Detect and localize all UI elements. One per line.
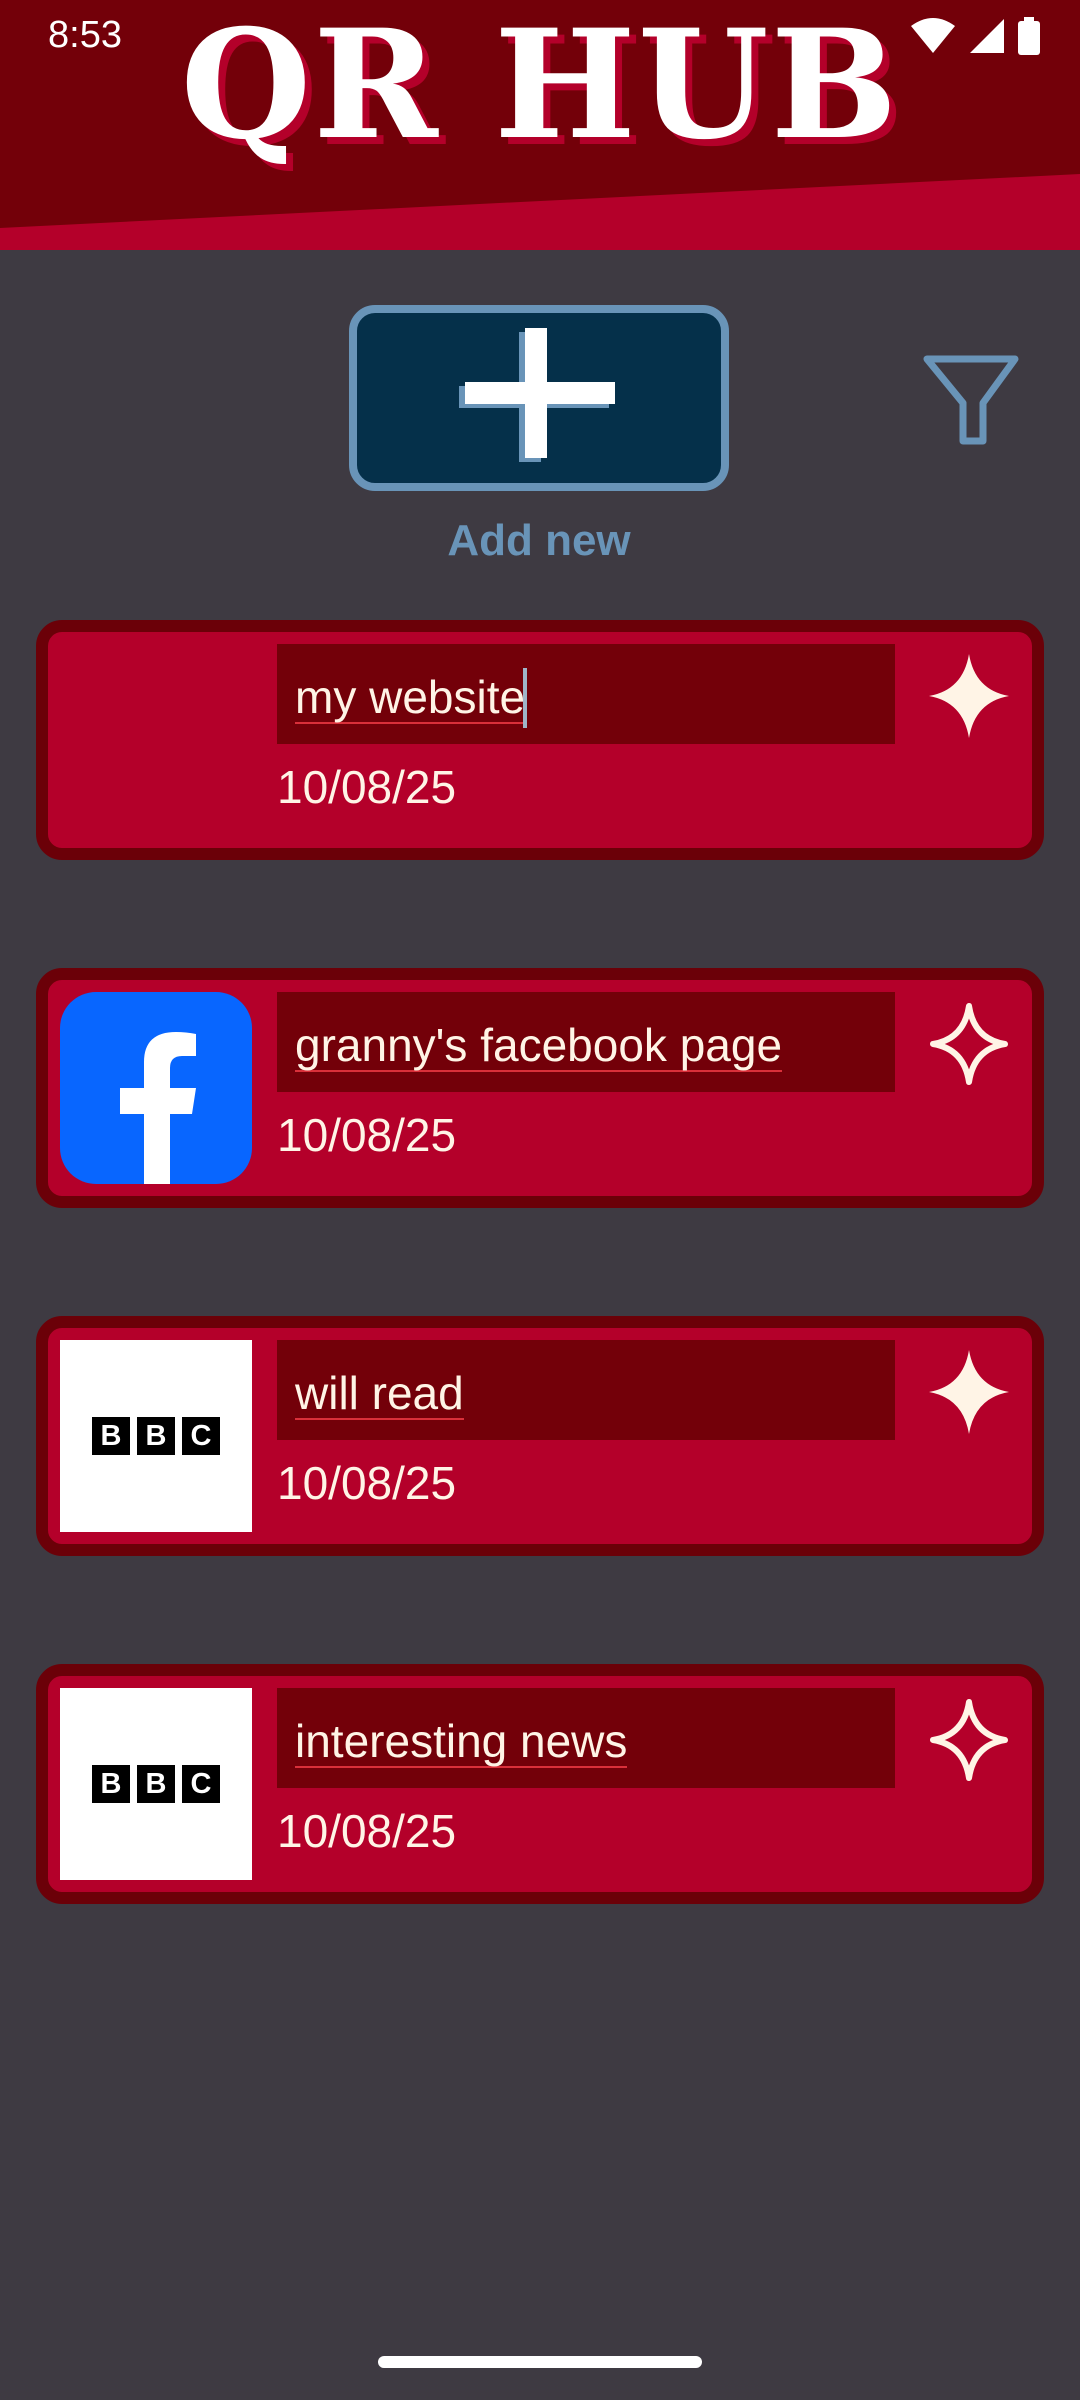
battery-icon xyxy=(1018,17,1040,55)
card-name-text: interesting news xyxy=(295,1714,628,1768)
plus-icon xyxy=(459,328,615,462)
cellular-signal-icon xyxy=(970,19,1004,53)
card-name-input[interactable]: my website xyxy=(277,644,895,744)
bbc-logo-letter: B xyxy=(137,1417,175,1455)
favorite-toggle[interactable] xyxy=(921,644,1017,744)
filter-icon xyxy=(923,355,1019,445)
gesture-nav-handle[interactable] xyxy=(378,2356,702,2368)
qr-card-will-read[interactable]: B B C will read 10/08/25 xyxy=(36,1316,1044,1556)
qr-card-grannys-facebook-page[interactable]: granny's facebook page 10/08/25 xyxy=(36,968,1044,1208)
favorite-toggle[interactable] xyxy=(921,1340,1017,1440)
card-thumbnail-empty xyxy=(60,644,252,836)
facebook-icon xyxy=(120,1032,196,1184)
status-time: 8:53 xyxy=(48,14,122,56)
status-icons xyxy=(910,14,1040,58)
card-name-text: granny's facebook page xyxy=(295,1018,783,1072)
bbc-logo-letter: B xyxy=(92,1417,130,1455)
wifi-icon xyxy=(911,18,955,53)
card-date: 10/08/25 xyxy=(277,1109,457,1161)
sparkle-outline-icon xyxy=(930,1003,1008,1085)
favorite-toggle[interactable] xyxy=(921,992,1017,1092)
card-name-text: will read xyxy=(295,1366,464,1420)
bbc-logo-thumbnail: B B C xyxy=(60,1688,252,1880)
card-name-input[interactable]: interesting news xyxy=(277,1688,895,1788)
sparkle-outline-icon xyxy=(930,1699,1008,1781)
qr-card-my-website[interactable]: my website 10/08/25 xyxy=(36,620,1044,860)
card-date: 10/08/25 xyxy=(277,1805,457,1857)
bbc-logo-letter: B xyxy=(137,1765,175,1803)
card-name-input[interactable]: granny's facebook page xyxy=(277,992,895,1092)
facebook-logo-thumbnail xyxy=(60,992,252,1184)
card-name-text: my website xyxy=(295,670,526,724)
sparkle-filled-icon xyxy=(929,1350,1009,1434)
card-date: 10/08/25 xyxy=(277,1457,457,1509)
bbc-logo-letter: C xyxy=(182,1417,220,1455)
bbc-logo-letter: C xyxy=(182,1765,220,1803)
card-name-input[interactable]: will read xyxy=(277,1340,895,1440)
sparkle-filled-icon xyxy=(929,654,1009,738)
bbc-logo-letter: B xyxy=(92,1765,130,1803)
add-new-button[interactable] xyxy=(349,305,729,491)
bbc-logo-thumbnail: B B C xyxy=(60,1340,252,1532)
filter-button[interactable] xyxy=(915,345,1027,457)
add-new-label[interactable]: Add new xyxy=(349,510,729,572)
text-cursor xyxy=(523,667,528,728)
card-date: 10/08/25 xyxy=(277,761,457,813)
qr-card-interesting-news[interactable]: B B C interesting news 10/08/25 xyxy=(36,1664,1044,1904)
favorite-toggle[interactable] xyxy=(921,1688,1017,1788)
